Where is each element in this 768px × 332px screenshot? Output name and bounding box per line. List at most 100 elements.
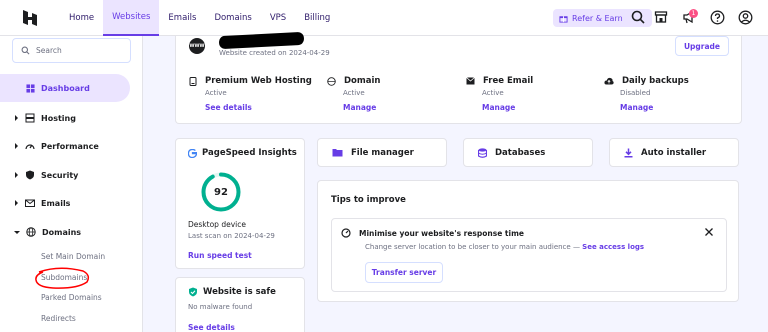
chevron-right-icon	[14, 172, 19, 178]
tool-label: File manager	[351, 147, 414, 158]
tip-item: Minimise your website's response time Ch…	[331, 218, 727, 292]
see-access-logs-link[interactable]: See access logs	[582, 243, 644, 251]
safe-subtitle: No malware found	[188, 303, 253, 311]
chevron-down-icon	[14, 230, 20, 235]
pagespeed-title: PageSpeed Insights	[202, 148, 297, 158]
website-overview-card: WWW Website created on 2024-04-29 Upgrad…	[175, 31, 742, 124]
chevron-right-icon	[14, 200, 19, 206]
service-status: Disabled	[620, 89, 651, 97]
tool-label: Databases	[495, 147, 546, 158]
search-icon	[21, 46, 30, 55]
service-domain: Domain Active Manage	[327, 76, 457, 112]
tips-card: Tips to improve Minimise your website's …	[317, 180, 739, 302]
search-input[interactable]: Search	[12, 38, 131, 63]
tip-desc-text: Change server location to be closer to y…	[365, 243, 583, 251]
close-icon[interactable]	[704, 227, 714, 237]
service-status: Active	[482, 89, 504, 97]
nav-domains[interactable]: Domains	[205, 0, 260, 36]
globe-icon	[26, 227, 36, 237]
sidebar-item-label: Security	[41, 170, 79, 180]
nav-websites[interactable]: Websites	[103, 0, 160, 36]
sidebar-subitem-set-main-domain[interactable]: Set Main Domain	[41, 252, 105, 261]
service-title: Free Email	[483, 76, 534, 86]
service-title: Domain	[344, 76, 381, 86]
safe-see-details-link[interactable]: See details	[188, 323, 235, 332]
nav-vps[interactable]: VPS	[261, 0, 295, 36]
sidebar-item-emails[interactable]: Emails	[14, 195, 70, 211]
auto-installer-button[interactable]: Auto installer	[609, 138, 739, 167]
mail-icon	[466, 77, 475, 85]
service-title: Premium Web Hosting	[205, 76, 312, 86]
sidebar-item-label: Emails	[41, 198, 71, 208]
sidebar-subitem-parked-domains[interactable]: Parked Domains	[41, 293, 102, 302]
sidebar-item-hosting[interactable]: Hosting	[14, 110, 76, 126]
tool-label: Auto installer	[641, 147, 707, 158]
store-icon[interactable]	[654, 10, 670, 26]
check-shield-icon	[188, 287, 198, 297]
cloud-upload-icon	[604, 77, 614, 85]
file-manager-button[interactable]: File manager	[317, 138, 447, 167]
server-icon	[25, 113, 35, 123]
service-premium-hosting: Premium Web Hosting Active See details	[189, 76, 319, 112]
speedometer-icon	[25, 141, 35, 151]
download-icon	[624, 148, 633, 158]
globe-icon	[327, 76, 336, 86]
service-link[interactable]: Manage	[604, 103, 734, 112]
refer-label: Refer & Earn	[572, 13, 623, 23]
service-free-email: Free Email Active Manage	[466, 76, 596, 112]
account-icon[interactable]	[738, 10, 754, 26]
transfer-server-button[interactable]: Transfer server	[365, 262, 443, 283]
pagespeed-card: PageSpeed Insights 92 Desktop device Las…	[175, 138, 305, 269]
service-title-row: Domain	[327, 76, 457, 86]
sidebar-item-label: Dashboard	[41, 83, 90, 93]
chevron-right-icon	[14, 115, 19, 121]
tip-description: Change server location to be closer to y…	[365, 243, 644, 251]
service-link[interactable]: Manage	[466, 103, 596, 112]
nav-home[interactable]: Home	[60, 0, 103, 36]
pagespeed-device: Desktop device	[188, 220, 246, 229]
server-icon	[189, 76, 197, 86]
dashboard-icon	[26, 83, 35, 93]
shield-icon	[25, 170, 35, 180]
gift-icon	[559, 14, 568, 23]
service-link[interactable]: Manage	[327, 103, 457, 112]
safe-title: Website is safe	[203, 287, 276, 297]
website-created-date: Website created on 2024-04-29	[219, 49, 330, 57]
service-title-row: Daily backups	[604, 76, 734, 86]
service-link[interactable]: See details	[189, 103, 319, 112]
nav-emails[interactable]: Emails	[159, 0, 205, 36]
tip-head-row: Minimise your website's response time	[341, 228, 524, 238]
service-title: Daily backups	[622, 76, 689, 86]
search-icon[interactable]	[631, 10, 647, 26]
folder-icon	[332, 148, 343, 157]
main-nav: Home Websites Emails Domains VPS Billing	[60, 0, 339, 36]
databases-button[interactable]: Databases	[463, 138, 593, 167]
tip-title: Minimise your website's response time	[359, 228, 524, 238]
help-icon[interactable]	[710, 10, 726, 26]
upgrade-button[interactable]: Upgrade	[675, 36, 729, 56]
top-bar: Home Websites Emails Domains VPS Billing…	[0, 0, 768, 36]
safe-title-row: Website is safe	[188, 287, 276, 297]
service-status: Active	[343, 89, 365, 97]
hostinger-logo[interactable]	[20, 8, 40, 28]
database-icon	[478, 147, 487, 158]
sidebar-item-label: Hosting	[41, 113, 76, 123]
pagespeed-last-scan: Last scan on 2024-04-29	[188, 232, 275, 240]
website-favicon: WWW	[189, 38, 205, 54]
nav-billing[interactable]: Billing	[295, 0, 339, 36]
sidebar-item-domains[interactable]: Domains	[14, 224, 81, 240]
service-title-row: Premium Web Hosting	[189, 76, 319, 86]
sidebar-item-label: Domains	[42, 227, 82, 237]
website-safe-card: Website is safe No malware found See det…	[175, 277, 305, 332]
pagespeed-title-row: PageSpeed Insights	[188, 148, 297, 158]
sidebar-item-dashboard[interactable]: Dashboard	[0, 74, 130, 102]
sidebar-item-security[interactable]: Security	[14, 167, 78, 183]
chevron-right-icon	[14, 143, 19, 149]
sidebar-item-label: Performance	[41, 141, 99, 151]
notification-badge: 1	[689, 9, 698, 18]
sidebar-subitem-redirects[interactable]: Redirects	[41, 314, 76, 323]
sidebar-item-performance[interactable]: Performance	[14, 138, 99, 154]
service-daily-backups: Daily backups Disabled Manage	[604, 76, 734, 112]
mail-icon	[25, 198, 35, 208]
run-speed-test-link[interactable]: Run speed test	[188, 251, 252, 260]
